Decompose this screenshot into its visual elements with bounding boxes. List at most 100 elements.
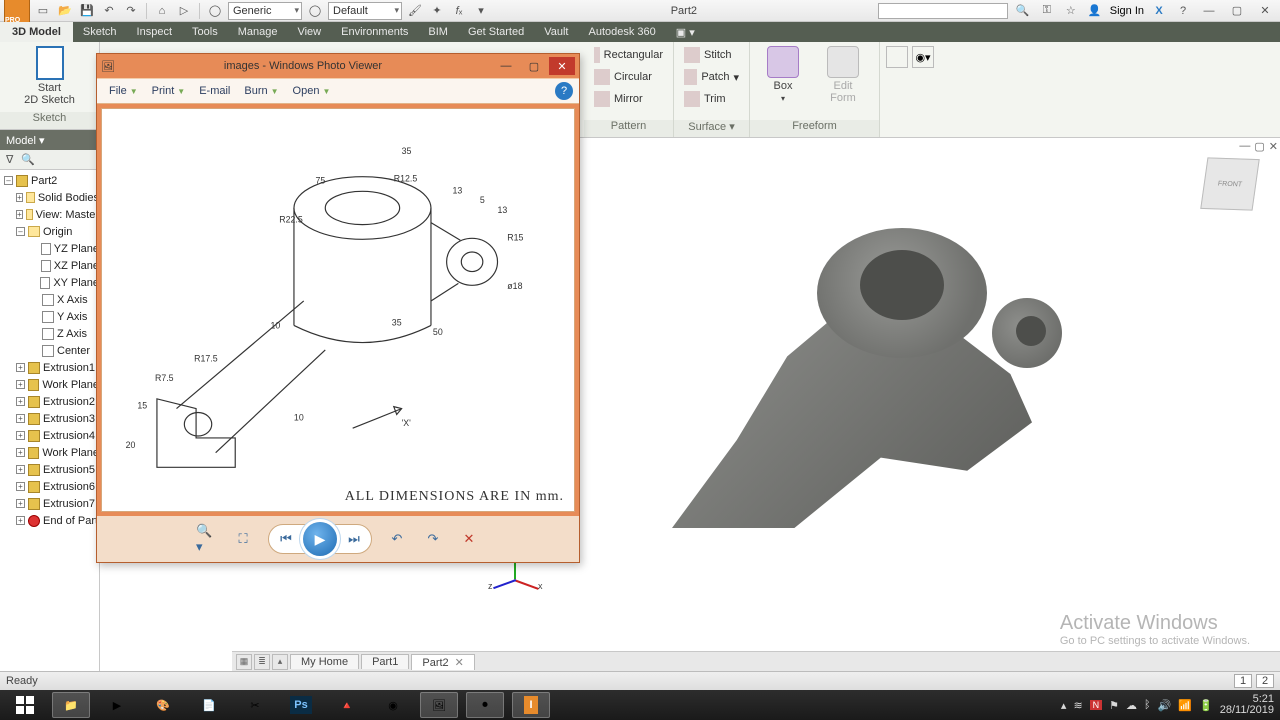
tree-item[interactable]: +Extrusion1 [0, 359, 99, 376]
qat-home-icon[interactable]: ⌂ [153, 2, 171, 20]
doctab-part2[interactable]: Part2✕ [411, 654, 475, 670]
tree-item[interactable]: +Extrusion4 [0, 427, 99, 444]
tab-sketch[interactable]: Sketch [73, 22, 127, 42]
doctab-list-icon[interactable]: ≣ [254, 654, 270, 670]
star-icon[interactable]: ☆ [1062, 2, 1080, 20]
group-title-surface[interactable]: Surface ▾ [674, 120, 749, 137]
qat-adjust-icon[interactable]: ✦ [428, 2, 446, 20]
tree-item[interactable]: +XY Plane [0, 274, 99, 291]
photo-viewer-window[interactable]: 🖼 images - Windows Photo Viewer — ▢ ✕ Fi… [96, 53, 580, 563]
style-combo[interactable]: Generic [228, 2, 302, 20]
wpv-menu-email[interactable]: E-mail [193, 83, 236, 99]
tab-autodesk360[interactable]: Autodesk 360 [578, 22, 665, 42]
tree-twisty[interactable]: + [16, 465, 25, 474]
taskbar-explorer-icon[interactable]: 📁 [52, 692, 90, 718]
doctab-home[interactable]: My Home [290, 654, 359, 669]
tab-3d-model[interactable]: 3D Model [0, 22, 73, 42]
exchange-icon[interactable]: X [1150, 2, 1168, 20]
user-icon[interactable]: 👤 [1086, 2, 1104, 20]
tree-item[interactable]: +XZ Plane [0, 257, 99, 274]
tab-manage[interactable]: Manage [228, 22, 288, 42]
minimize-button[interactable]: — [1198, 2, 1220, 20]
patch-button[interactable]: Patch ▾ [680, 66, 743, 88]
taskbar-word-icon[interactable]: 📄 [190, 692, 228, 718]
tab-view[interactable]: View [287, 22, 331, 42]
wpv-minimize-button[interactable]: — [493, 57, 519, 75]
signin-link[interactable]: Sign In [1110, 5, 1144, 17]
close-icon[interactable]: ✕ [455, 657, 464, 669]
filter-icon[interactable]: ∇ [6, 153, 13, 166]
tree-item[interactable]: –Origin [0, 223, 99, 240]
analysis-button[interactable]: ◉▾ [912, 46, 934, 68]
search-input[interactable] [878, 3, 1008, 19]
wpv-titlebar[interactable]: 🖼 images - Windows Photo Viewer — ▢ ✕ [97, 54, 579, 78]
qat-select-icon[interactable]: ▷ [175, 2, 193, 20]
tree-twisty[interactable]: + [16, 210, 23, 219]
wpv-zoom-icon[interactable]: 🔍▾ [196, 528, 218, 550]
box-button[interactable]: Box▾ [756, 44, 810, 103]
tree-item[interactable]: +Extrusion2 [0, 393, 99, 410]
taskbar-paint-icon[interactable]: 🎨 [144, 692, 182, 718]
model-browser-header[interactable]: Model ▾ [0, 130, 99, 150]
wpv-slideshow-button[interactable]: ▶ [303, 522, 337, 556]
tab-tools[interactable]: Tools [182, 22, 228, 42]
qat-appearance-icon[interactable]: ◯ [306, 2, 324, 20]
tree-item[interactable]: +End of Part [0, 512, 99, 529]
wpv-help-icon[interactable]: ? [555, 82, 573, 100]
doctab-part1[interactable]: Part1 [361, 654, 409, 669]
start-sketch-label[interactable]: Start 2D Sketch [24, 82, 75, 106]
tree-twisty[interactable]: + [16, 516, 25, 525]
key-icon[interactable]: ⚿ [1038, 2, 1056, 20]
qat-save-icon[interactable]: 💾 [78, 2, 96, 20]
tree-item[interactable]: +Extrusion6 [0, 478, 99, 495]
tray-flag-icon[interactable]: ⚑ [1109, 699, 1119, 712]
wpv-close-button[interactable]: ✕ [549, 57, 575, 75]
status-page-1[interactable]: 1 [1234, 674, 1252, 688]
tree-item[interactable]: +Center [0, 342, 99, 359]
wpv-menu-open[interactable]: Open▼ [287, 83, 337, 99]
vp-min-icon[interactable]: — [1239, 140, 1250, 153]
wpv-delete-button[interactable]: ✕ [458, 528, 480, 550]
tray-bt-icon[interactable]: ᛒ [1144, 699, 1151, 711]
tree-item[interactable]: +X Axis [0, 291, 99, 308]
vp-max-icon[interactable]: ▢ [1254, 140, 1264, 153]
rectangular-pattern-button[interactable]: Rectangular [590, 44, 667, 66]
wpv-next-button[interactable]: ⏭ [343, 528, 365, 550]
qat-more-icon[interactable]: ▾ [472, 2, 490, 20]
tree-item[interactable]: +Work Plane [0, 376, 99, 393]
wpv-menu-file[interactable]: File▼ [103, 83, 144, 99]
search-icon[interactable]: 🔍 [1014, 2, 1032, 20]
tree-twisty[interactable]: + [16, 448, 25, 457]
tab-addins[interactable]: ▣ ▾ [666, 22, 705, 42]
tab-inspect[interactable]: Inspect [127, 22, 182, 42]
tree-twisty[interactable]: + [16, 499, 25, 508]
tree-root[interactable]: –Part2 [0, 172, 99, 189]
qat-redo-icon[interactable]: ↷ [122, 2, 140, 20]
qat-paint-icon[interactable]: 🖌 [406, 2, 424, 20]
tree-item[interactable]: +Extrusion3 [0, 410, 99, 427]
tray-bat-icon[interactable]: 🔋 [1199, 699, 1213, 712]
tree-item[interactable]: +Work Plane [0, 444, 99, 461]
tray-clock[interactable]: 5:2128/11/2019 [1220, 694, 1274, 716]
find-icon[interactable]: 🔍 [21, 153, 35, 166]
taskbar-media-icon[interactable]: ▶ [98, 692, 136, 718]
close-button[interactable]: ✕ [1254, 2, 1276, 20]
convert-button[interactable] [886, 46, 908, 68]
tree-twisty[interactable]: + [16, 363, 25, 372]
wpv-rotate-ccw-button[interactable]: ↶ [386, 528, 408, 550]
taskbar-snip-icon[interactable]: ✂ [236, 692, 274, 718]
wpv-menu-burn[interactable]: Burn▼ [238, 83, 284, 99]
tree-twisty[interactable]: + [16, 193, 23, 202]
taskbar-inventor-icon[interactable]: I [512, 692, 550, 718]
doctab-up-icon[interactable]: ▴ [272, 654, 288, 670]
tree-item[interactable]: +Extrusion5 [0, 461, 99, 478]
taskbar-recorder-icon[interactable]: ⏺ [466, 692, 504, 718]
viewcube[interactable]: FRONT [1200, 157, 1259, 210]
trim-button[interactable]: Trim [680, 88, 743, 110]
material-combo[interactable]: Default [328, 2, 402, 20]
tree-item[interactable]: +YZ Plane [0, 240, 99, 257]
qat-undo-icon[interactable]: ↶ [100, 2, 118, 20]
tree-item[interactable]: +Y Axis [0, 308, 99, 325]
taskbar-vlc-icon[interactable]: 🔺 [328, 692, 366, 718]
tree-twisty[interactable]: + [16, 380, 25, 389]
